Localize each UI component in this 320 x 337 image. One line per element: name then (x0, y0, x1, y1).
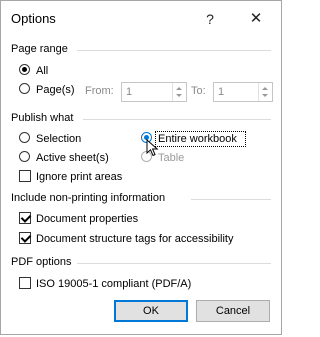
close-icon[interactable]: ✕ (245, 9, 267, 29)
radio-entire-workbook-label: Entire workbook (158, 133, 237, 145)
radio-table-label: Table (158, 152, 185, 164)
checkbox-ignore-print-areas-label: Ignore print areas (36, 171, 123, 183)
checkbox-structure-tags-label: Document structure tags for accessibilit… (36, 233, 234, 245)
radio-selection-indicator[interactable] (19, 132, 30, 143)
checkbox-ignore-print-areas-box[interactable] (19, 170, 31, 182)
from-spinner[interactable]: 1 (121, 82, 187, 102)
from-up-icon[interactable] (176, 87, 182, 90)
radio-pages-indicator[interactable] (19, 83, 30, 94)
from-spinner-arrows[interactable] (172, 83, 186, 101)
to-spinner-arrows[interactable] (258, 83, 272, 101)
radio-pages-label: Page(s) (36, 84, 75, 96)
to-down-icon[interactable] (262, 94, 268, 97)
options-dialog: Options ? ✕ Page range All Page(s) From:… (0, 0, 282, 335)
pdf-options-heading: PDF options (11, 256, 72, 268)
checkbox-iso-compliant-box[interactable] (19, 277, 31, 289)
to-up-icon[interactable] (262, 87, 268, 90)
title-bar[interactable]: Options ? ✕ (1, 1, 283, 35)
non-printing-heading: Include non-printing information (11, 192, 166, 204)
checkbox-document-properties-box[interactable] (19, 212, 31, 224)
to-label: To: (191, 85, 206, 97)
dialog-title: Options (11, 11, 56, 26)
cancel-button[interactable]: Cancel (196, 300, 270, 322)
non-printing-divider (191, 199, 271, 200)
radio-all-indicator[interactable] (19, 64, 30, 75)
radio-active-sheets-indicator[interactable] (19, 151, 30, 162)
to-value[interactable]: 1 (218, 86, 224, 98)
from-label: From: (85, 85, 114, 97)
mouse-pointer-icon (146, 139, 159, 157)
publish-what-divider (83, 119, 271, 120)
publish-what-heading: Publish what (11, 112, 74, 124)
pdf-options-divider (77, 263, 271, 264)
radio-selection-label: Selection (36, 133, 82, 145)
page-range-heading: Page range (11, 43, 68, 55)
radio-active-sheets-label: Active sheet(s) (36, 152, 109, 164)
from-down-icon[interactable] (176, 94, 182, 97)
page-range-divider (77, 50, 271, 51)
ok-button[interactable]: OK (114, 300, 188, 322)
from-value[interactable]: 1 (126, 86, 132, 98)
checkbox-structure-tags-box[interactable] (19, 232, 31, 244)
radio-all-label: All (36, 65, 49, 77)
checkbox-iso-compliant-label: ISO 19005-1 compliant (PDF/A) (36, 278, 192, 290)
checkbox-document-properties-label: Document properties (36, 213, 139, 225)
to-spinner[interactable]: 1 (213, 82, 273, 102)
help-icon[interactable]: ? (199, 9, 221, 29)
